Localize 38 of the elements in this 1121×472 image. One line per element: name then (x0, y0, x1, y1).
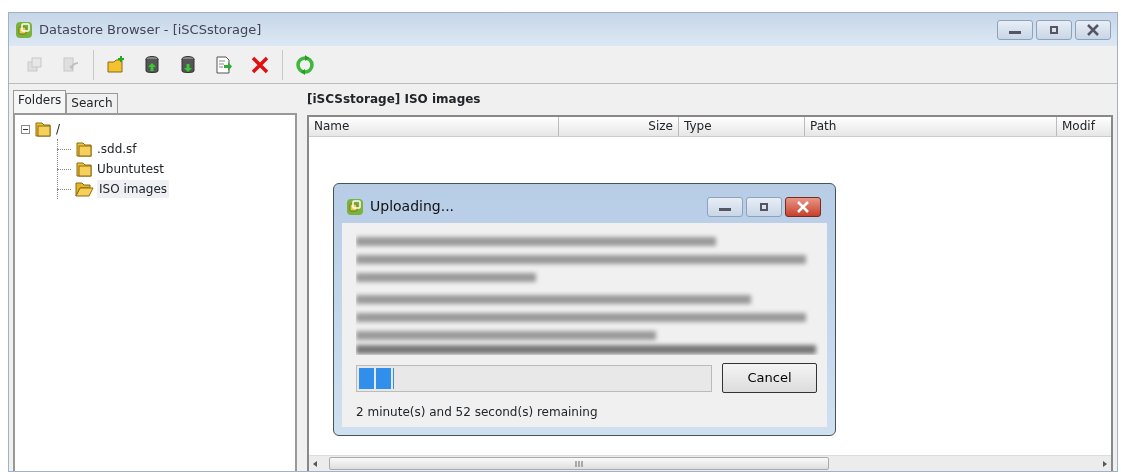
maximize-button[interactable] (746, 196, 782, 217)
folder-path-title: [iSCSstorage] ISO images (307, 91, 482, 108)
minimize-button[interactable] (997, 19, 1033, 40)
panel-tab[interactable]: Search (66, 93, 118, 113)
tree-item[interactable]: Ubuntutest (97, 160, 164, 178)
delete-icon[interactable] (250, 54, 270, 75)
time-remaining-text: 2 minute(s) and 52 second(s) remaining (356, 404, 599, 421)
panel-tab[interactable]: Folders (13, 90, 67, 113)
close-button[interactable] (785, 196, 821, 217)
new-folder-icon[interactable] (106, 54, 126, 75)
column-header[interactable]: Path (805, 117, 1057, 136)
window-title: Datastore Browser - [iSCSstorage] (39, 20, 262, 39)
refresh-icon[interactable] (295, 54, 315, 75)
document-arrow-icon[interactable] (214, 54, 234, 75)
column-header[interactable]: Type (679, 117, 805, 136)
column-header[interactable]: Modif (1057, 117, 1111, 136)
column-header[interactable]: Name (309, 117, 559, 136)
database-download-icon[interactable] (178, 54, 198, 75)
tree-item[interactable]: .sdd.sf (97, 140, 137, 158)
open-folder-icon (74, 180, 94, 198)
column-header[interactable]: Size (559, 117, 679, 136)
scroll-thumb[interactable] (329, 457, 829, 470)
horizontal-scrollbar[interactable] (309, 455, 1111, 471)
close-button[interactable] (1075, 19, 1111, 40)
tree-item[interactable]: / (56, 120, 61, 138)
dialog-title: Uploading... (370, 197, 455, 216)
maximize-button[interactable] (1036, 19, 1072, 40)
folder-icon (33, 120, 53, 138)
folder-icon (74, 140, 94, 158)
folder-icon (74, 160, 94, 178)
tree-item[interactable]: ISO images (97, 180, 170, 198)
cancel-button[interactable]: Cancel (722, 363, 817, 393)
close-icon[interactable] (1086, 22, 1100, 37)
collapse-toggle-icon[interactable] (21, 124, 30, 134)
app-logo-icon (15, 20, 33, 39)
app-logo-icon (346, 197, 364, 216)
database-upload-icon[interactable] (142, 54, 162, 75)
minimize-button[interactable] (707, 196, 743, 217)
